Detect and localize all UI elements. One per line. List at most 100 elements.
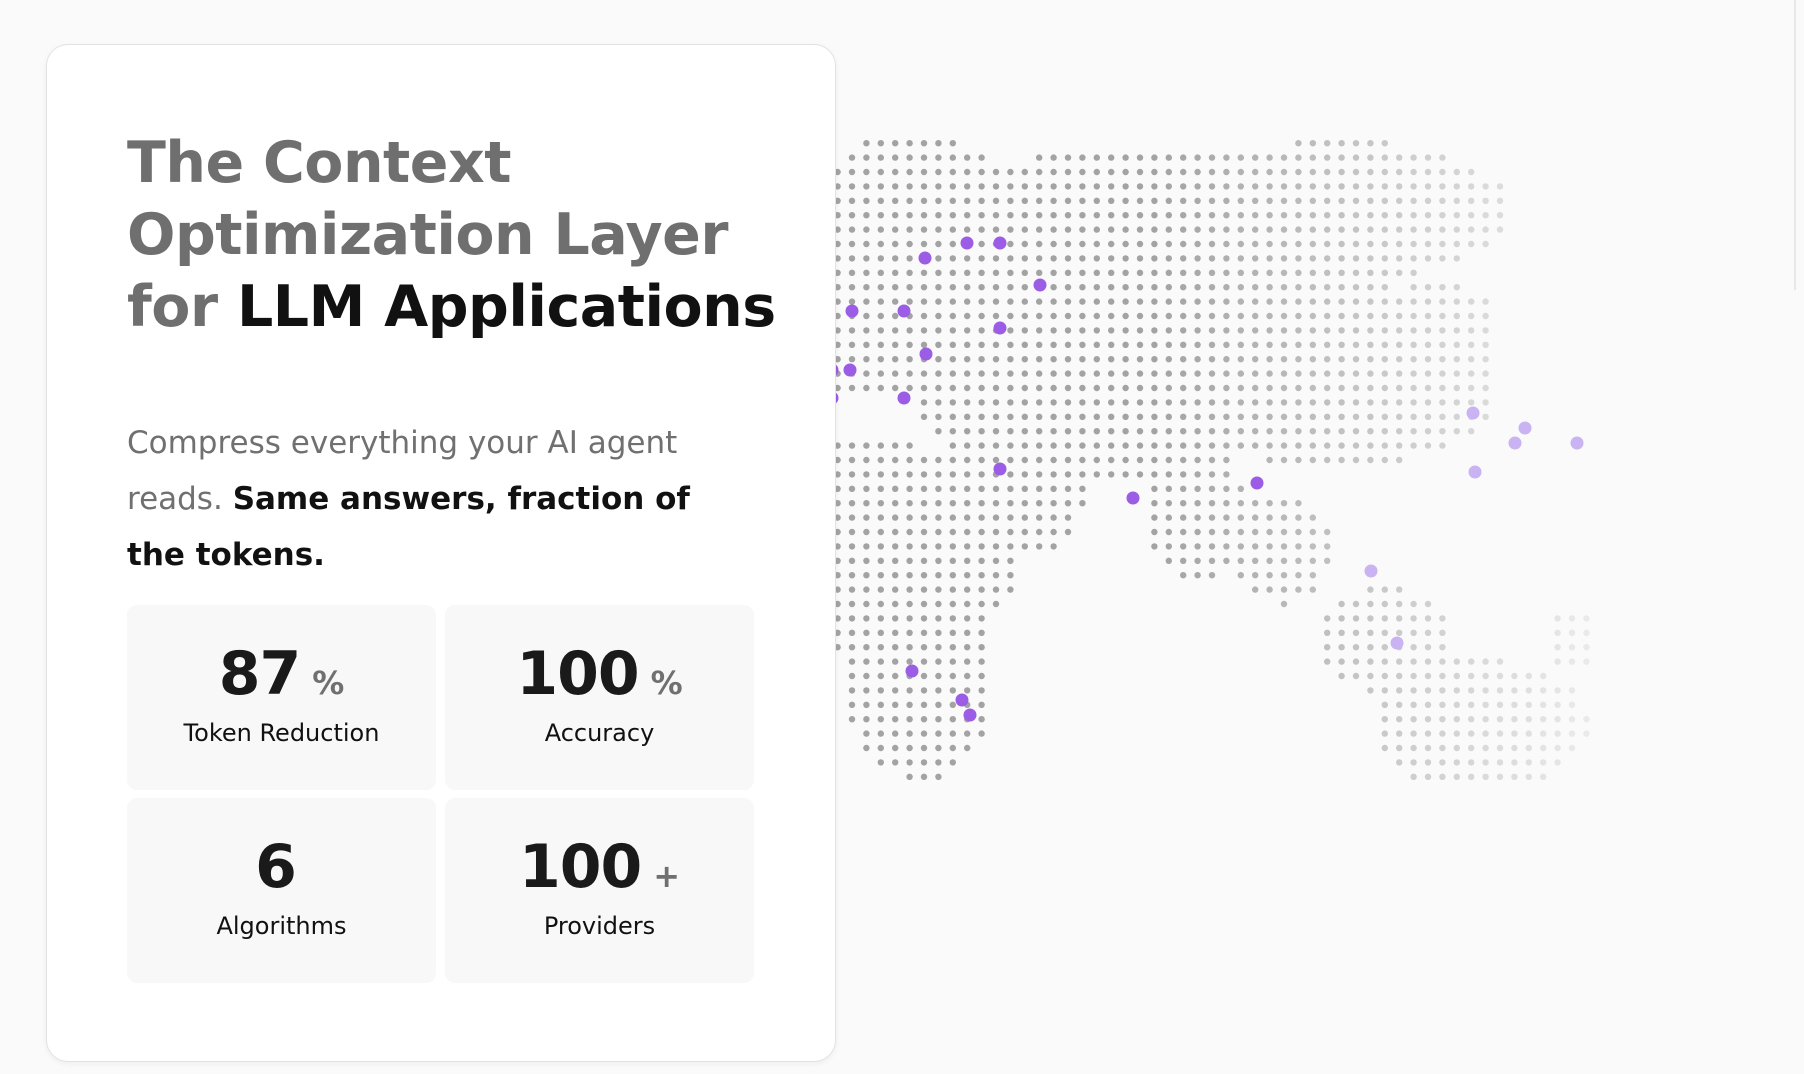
map-dot bbox=[892, 226, 899, 233]
map-dot bbox=[1036, 471, 1043, 478]
map-dot bbox=[935, 255, 942, 262]
map-dot bbox=[1151, 456, 1158, 464]
map-dot bbox=[1108, 284, 1115, 291]
map-dot bbox=[1136, 183, 1144, 190]
map-dot bbox=[1396, 384, 1403, 392]
map-dot bbox=[1324, 644, 1331, 651]
map-dot bbox=[906, 528, 913, 536]
map-dot bbox=[1324, 154, 1331, 161]
map-dot bbox=[1122, 226, 1129, 233]
map-dot bbox=[877, 183, 884, 190]
map-dot bbox=[1396, 255, 1403, 262]
map-dot bbox=[1180, 154, 1187, 161]
map-dot bbox=[1309, 384, 1316, 392]
map-dot bbox=[1093, 312, 1100, 320]
map-dot bbox=[1424, 240, 1432, 248]
map-dot bbox=[1064, 356, 1072, 363]
map-dot bbox=[848, 716, 856, 723]
map-dot bbox=[892, 456, 899, 464]
map-dot bbox=[863, 212, 870, 219]
map-dot bbox=[949, 399, 956, 406]
map-dot bbox=[1122, 183, 1129, 190]
map-dot bbox=[1396, 226, 1403, 233]
map-dot bbox=[906, 384, 913, 392]
map-dot bbox=[892, 759, 899, 766]
map-dot bbox=[1309, 269, 1316, 276]
map-dot bbox=[1223, 370, 1230, 377]
map-dot bbox=[1352, 240, 1360, 248]
map-dot bbox=[1338, 327, 1345, 334]
map-dot bbox=[1180, 384, 1187, 392]
map-dot bbox=[1396, 759, 1403, 766]
map-dot bbox=[877, 168, 884, 176]
map-dot bbox=[1064, 183, 1072, 190]
map-dot bbox=[1237, 399, 1244, 406]
map-dot bbox=[1280, 327, 1288, 334]
map-dot bbox=[992, 183, 1000, 190]
map-dot bbox=[964, 384, 971, 392]
map-dot bbox=[1050, 543, 1057, 550]
map-dot bbox=[1050, 485, 1057, 492]
map-dot bbox=[1381, 140, 1388, 147]
map-dot bbox=[1093, 356, 1100, 363]
map-dot bbox=[949, 701, 956, 708]
map-dot bbox=[1237, 298, 1244, 305]
map-dot bbox=[1439, 413, 1446, 420]
map-dot bbox=[863, 226, 870, 233]
map-location-marker bbox=[963, 708, 977, 722]
map-dot bbox=[1165, 284, 1172, 291]
map-dot bbox=[1064, 413, 1072, 420]
map-dot bbox=[1208, 327, 1216, 334]
map-dot bbox=[1439, 212, 1446, 219]
scrollbar-track bbox=[1794, 0, 1796, 290]
map-dot bbox=[1381, 226, 1388, 233]
map-dot bbox=[1295, 255, 1302, 262]
map-dot bbox=[1079, 471, 1086, 478]
map-dot bbox=[1381, 284, 1388, 291]
map-dot bbox=[978, 370, 985, 377]
map-dot bbox=[892, 572, 899, 579]
map-location-marker bbox=[845, 304, 859, 318]
map-dot bbox=[1324, 140, 1331, 147]
map-dot bbox=[892, 586, 899, 593]
map-dot bbox=[1122, 456, 1129, 464]
map-dot bbox=[1396, 399, 1403, 406]
map-dot bbox=[848, 197, 856, 204]
map-dot bbox=[1136, 442, 1144, 449]
map-dot bbox=[1108, 399, 1115, 406]
map-dot bbox=[1338, 615, 1345, 622]
map-dot bbox=[1439, 384, 1446, 392]
map-dot bbox=[935, 226, 942, 233]
map-dot bbox=[906, 773, 913, 780]
map-dot bbox=[1309, 255, 1316, 262]
map-dot bbox=[1036, 413, 1043, 420]
map-dot bbox=[1396, 687, 1403, 694]
map-dot bbox=[1007, 413, 1014, 420]
map-dot bbox=[949, 442, 956, 449]
map-dot bbox=[1108, 471, 1115, 478]
map-dot bbox=[1511, 716, 1518, 723]
map-dot bbox=[1424, 327, 1432, 334]
map-dot bbox=[1122, 312, 1129, 320]
map-dot bbox=[892, 500, 899, 507]
map-dot bbox=[1367, 341, 1374, 348]
map-dot bbox=[1180, 298, 1187, 305]
map-dot bbox=[978, 442, 985, 449]
map-dot bbox=[1136, 284, 1144, 291]
map-dot bbox=[1180, 312, 1187, 320]
map-dot bbox=[1266, 413, 1273, 420]
map-dot bbox=[1367, 298, 1374, 305]
map-dot bbox=[964, 197, 971, 204]
map-dot bbox=[1007, 197, 1014, 204]
map-dot bbox=[949, 312, 956, 320]
map-dot bbox=[1367, 140, 1374, 147]
map-dot bbox=[1252, 168, 1259, 176]
map-dot bbox=[964, 255, 971, 262]
map-dot bbox=[1237, 284, 1244, 291]
map-dot bbox=[892, 658, 899, 665]
map-dot bbox=[1266, 168, 1273, 176]
map-dot bbox=[1381, 615, 1388, 622]
map-dot bbox=[1410, 744, 1417, 752]
headline-line-3-prefix: for bbox=[127, 274, 218, 340]
map-dot bbox=[1108, 255, 1115, 262]
